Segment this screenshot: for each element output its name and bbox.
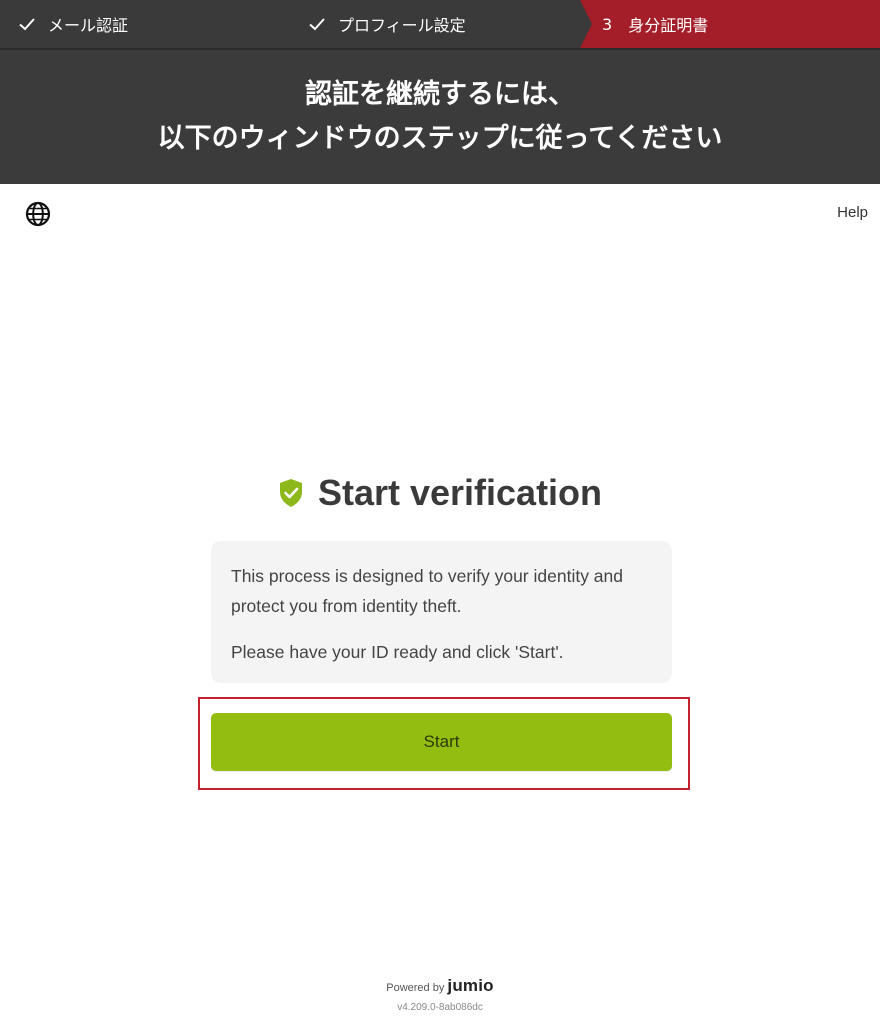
instruction-text: Please have your ID ready and click 'Sta… — [231, 642, 564, 662]
step-profile-settings: プロフィール設定 — [308, 0, 466, 48]
powered-by: Powered by jumio — [0, 976, 880, 996]
info-box: This process is designed to verify your … — [211, 541, 672, 683]
step-label: 身分証明書 — [628, 16, 709, 35]
jumio-logo: jumio — [447, 976, 494, 995]
title-row: Start verification — [0, 468, 880, 518]
banner-line-2: 以下のウィンドウのステップに従ってください — [157, 123, 723, 154]
globe-icon[interactable] — [24, 200, 52, 228]
step-label: プロフィール設定 — [338, 16, 466, 35]
step-label: メール認証 — [48, 16, 129, 35]
banner-line-1: 認証を継続するには、 — [305, 79, 575, 110]
shield-check-icon — [279, 479, 302, 507]
check-icon — [309, 18, 325, 31]
step-progress-bar: メール認証 プロフィール設定 3 身分証明書 — [0, 0, 880, 48]
instruction-banner: 認証を継続するには、 以下のウィンドウのステップに従ってください — [0, 50, 880, 184]
check-icon — [19, 18, 35, 31]
start-button[interactable]: Start — [211, 713, 672, 771]
help-link[interactable]: Help — [837, 204, 868, 221]
description-text: This process is designed to verify your … — [231, 566, 623, 616]
page-title: Start verification — [317, 472, 603, 513]
step-number: 3 — [602, 14, 613, 34]
step-email-verification: メール認証 — [18, 0, 128, 48]
step-identity-document: 3 身分証明書 — [580, 0, 880, 48]
version-label: v4.209.0-8ab086dc — [397, 1002, 483, 1013]
powered-by-label: Powered by — [386, 982, 445, 994]
